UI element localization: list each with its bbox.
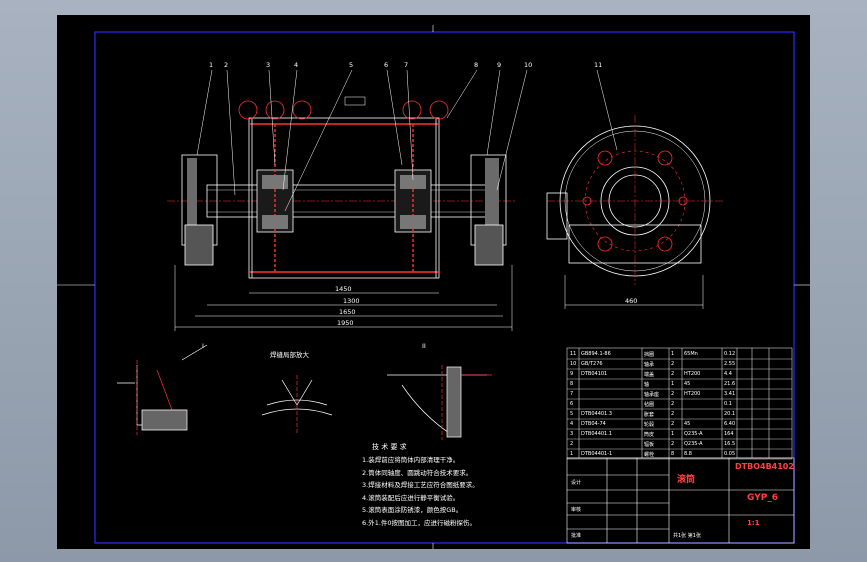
bom-cell: 轮毂 [644,422,655,428]
bom-cell: 1 [570,451,574,457]
bom-cell: 4.4 [724,371,732,377]
cad-viewport[interactable]: 1 2 3 4 5 6 7 8 9 10 11 1450 1300 1650 1950 460 I … [0,0,867,562]
callout-4: 4 [294,61,299,69]
bom-cell: 轴承 [644,362,655,368]
bom-cell: 6 [570,401,574,407]
bom-cell: Q235-A [684,441,703,447]
bom-cell: DTB04-74 [581,421,606,427]
part-material: GYP_6 [747,493,779,503]
bom-cell: 10 [570,361,577,367]
bom-cell: 45 [684,381,691,387]
bom-cell: 0.05 [724,451,736,457]
detail-views [117,344,492,440]
tech-req-title: 技 术 要 求 [372,443,407,451]
bom-cell: 0.1 [724,401,732,407]
bom-cell: 2 [671,421,675,427]
bom-cell: 螺栓 [644,452,655,458]
dim-1: 1450 [335,285,352,293]
bom-cell: 1 [671,431,675,437]
bom-cell: 6.40 [724,421,736,427]
bom-cell: 3 [570,431,574,437]
bom-cell: Q235-A [684,431,703,437]
part-name: 滚筒 [677,475,696,485]
callout-9: 9 [497,61,502,69]
bom-cell: DTB04101 [581,371,608,377]
bom-cell: 2 [671,371,675,377]
dim-2: 1300 [343,297,360,305]
bom-cell: HT200 [684,371,701,377]
bom-cell: 5 [570,411,574,417]
bom-cell: 端盖 [644,372,655,378]
bom-cell: 11 [570,351,577,357]
bom-cell: 筒皮 [644,432,655,438]
tb-check: 审核 [571,507,582,513]
bom-cell: DTB04401.1 [581,431,613,437]
detail-label-i: I [202,342,204,350]
bom-cell: 8.8 [684,451,692,457]
tech-req-item: 6.外1.件0按图加工，应进行磁粉探伤。 [362,518,477,527]
callout-8: 8 [474,61,479,69]
bom-cell: 20.1 [724,411,736,417]
bom-cell: DTB04401-1 [581,451,613,457]
bom-cell: 胀套 [644,412,655,418]
bom-cell: 65Mn [684,351,698,357]
bom-cell: 45 [684,421,691,427]
bom-cell: 4 [570,421,574,427]
callout-1: 1 [209,61,214,69]
tech-req-item: 1.装焊前应将筒体内部清理干净。 [362,456,460,464]
bom-cell: DTB04401.3 [581,411,613,417]
dim-4: 1950 [337,319,354,327]
tb-approve: 批准 [571,533,582,539]
bom-cell: 轴承座 [644,392,660,398]
bom-cell: 8 [570,381,574,387]
tech-req-item: 4.滚筒装配后应进行静平衡试验。 [362,493,460,502]
bom-cell: 挡圈 [644,352,655,358]
bom-cell: 164 [724,431,734,437]
callout-7: 7 [404,61,409,69]
drawing-sheet: 1 2 3 4 5 6 7 8 9 10 11 1450 1300 1650 1950 460 I … [57,15,810,549]
drawing-scale: 1:1 [747,519,760,527]
side-view [546,115,725,309]
main-view [167,69,618,331]
tech-req-item: 2.筒体同轴度、圆跳动符合技术要求。 [362,468,473,477]
bom-cell: 21.6 [724,381,736,387]
bom-cell: 2 [671,411,675,417]
bom-cell: 2 [671,401,675,407]
detail-label-ii: II [422,342,426,350]
bom-cell: GB894.1-86 [581,351,611,357]
bom-cell: 轴 [644,382,650,388]
tech-req-item: 3.焊接材料及焊接工艺应符合图纸要求。 [362,481,479,489]
bom-cell: 2 [671,361,675,367]
bom-cell: 2 [671,391,675,397]
dim-5: 460 [625,297,638,305]
bom-cell: HT200 [684,391,701,397]
bom-cell: 7 [570,391,574,397]
tech-req-item: 5.滚筒表面涂防锈漆，颜色按GB。 [362,506,463,514]
detail-label-weld: 焊缝局部放大 [270,351,309,359]
tb-sheet: 共1张 第1张 [673,533,701,539]
bom-cell: 毡圈 [644,402,655,408]
bom-cell: 2 [671,441,675,447]
drawing-border [94,31,795,544]
bom-cell: 9 [570,371,574,377]
bom-cell: 辐板 [644,442,655,448]
bom-cell: 1 [671,381,675,387]
dim-3: 1650 [339,308,356,316]
bom-cell: 8 [671,451,675,457]
part-number: DTBO4B4102 [735,462,794,471]
callout-6: 6 [384,61,389,69]
tb-design: 设计 [571,480,582,486]
bom-cell: GB/T276 [581,361,603,367]
bom-cell: 3.41 [724,391,736,397]
bom-cell: 2 [570,441,574,447]
callout-5: 5 [349,61,354,69]
bom-cell: 0.12 [724,351,736,357]
callout-10: 10 [524,61,533,69]
callout-11: 11 [594,61,603,69]
bom-cell: 2.55 [724,361,736,367]
callout-3: 3 [266,61,271,69]
bom-cell: 16.5 [724,441,736,447]
callout-2: 2 [224,61,229,69]
bom-cell: 1 [671,351,675,357]
